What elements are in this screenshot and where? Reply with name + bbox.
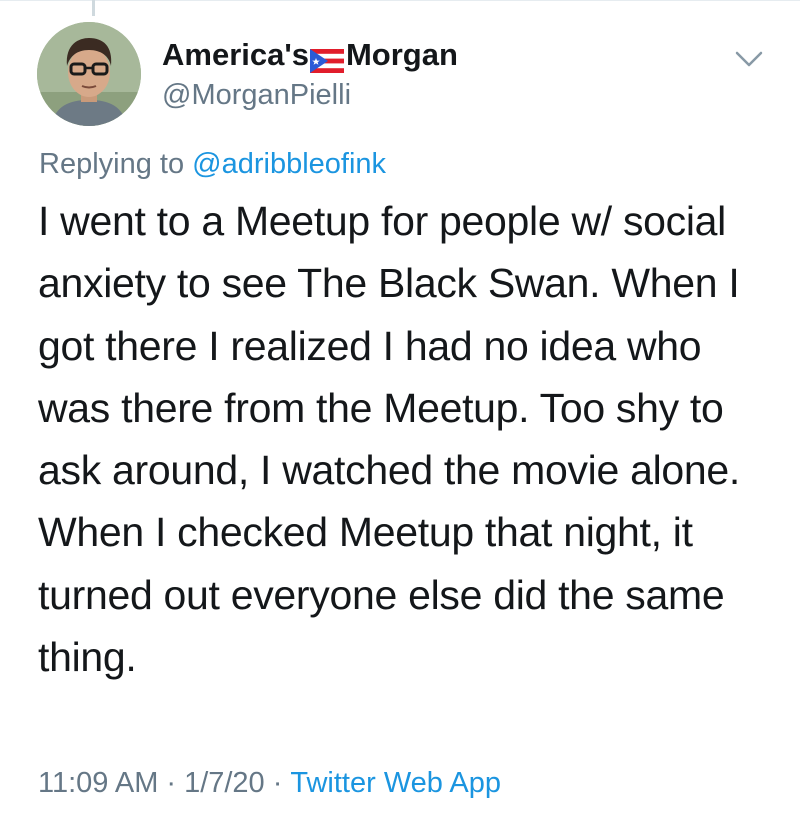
tweet-time[interactable]: 11:09 AM xyxy=(38,767,158,799)
top-divider xyxy=(0,0,800,1)
tweet-text-line: anxiety to see The Black Swan. When I xyxy=(38,260,740,307)
display-name[interactable]: America's Morgan xyxy=(162,36,458,74)
tweet-text-line: got there I realized I had no idea who xyxy=(38,322,702,369)
tweet-text-line: I went to a Meetup for people w/ social xyxy=(38,198,726,244)
reply-mention-link[interactable]: @adribbleofink xyxy=(192,148,386,180)
tweet-text-line: turned out everyone else did the same xyxy=(38,571,725,618)
tweet-text-line: When I checked Meetup that night, it xyxy=(38,509,693,556)
meta-separator: · xyxy=(166,767,177,799)
puerto-rico-flag-icon xyxy=(309,44,344,73)
display-name-part-1: America's xyxy=(162,37,309,72)
display-name-part-2: Morgan xyxy=(345,37,458,72)
user-handle[interactable]: @MorganPielli xyxy=(162,76,458,114)
tweet-text-line: was there from the Meetup. Too shy to xyxy=(38,384,724,431)
replying-to: Replying to @adribbleofink xyxy=(39,146,386,182)
tweet-text-line: ask around, I watched the movie alone. xyxy=(38,447,740,494)
tweet-metadata: 11:09 AM · 1/7/20 · Twitter Web App xyxy=(38,764,501,802)
tweet-text-line: thing. xyxy=(38,634,137,681)
meta-separator: · xyxy=(272,767,283,799)
user-info: America's Morgan @MorganPielli xyxy=(162,36,458,114)
avatar-image xyxy=(37,22,141,126)
tweet-text: I went to a Meetup for people w/ social … xyxy=(38,190,778,688)
tweet-date[interactable]: 1/7/20 xyxy=(184,767,265,799)
thread-connector-line xyxy=(92,0,95,16)
chevron-down-icon[interactable] xyxy=(734,48,764,70)
avatar[interactable] xyxy=(37,22,141,126)
replying-to-label: Replying to xyxy=(39,148,185,180)
tweet-source-link[interactable]: Twitter Web App xyxy=(290,767,501,799)
